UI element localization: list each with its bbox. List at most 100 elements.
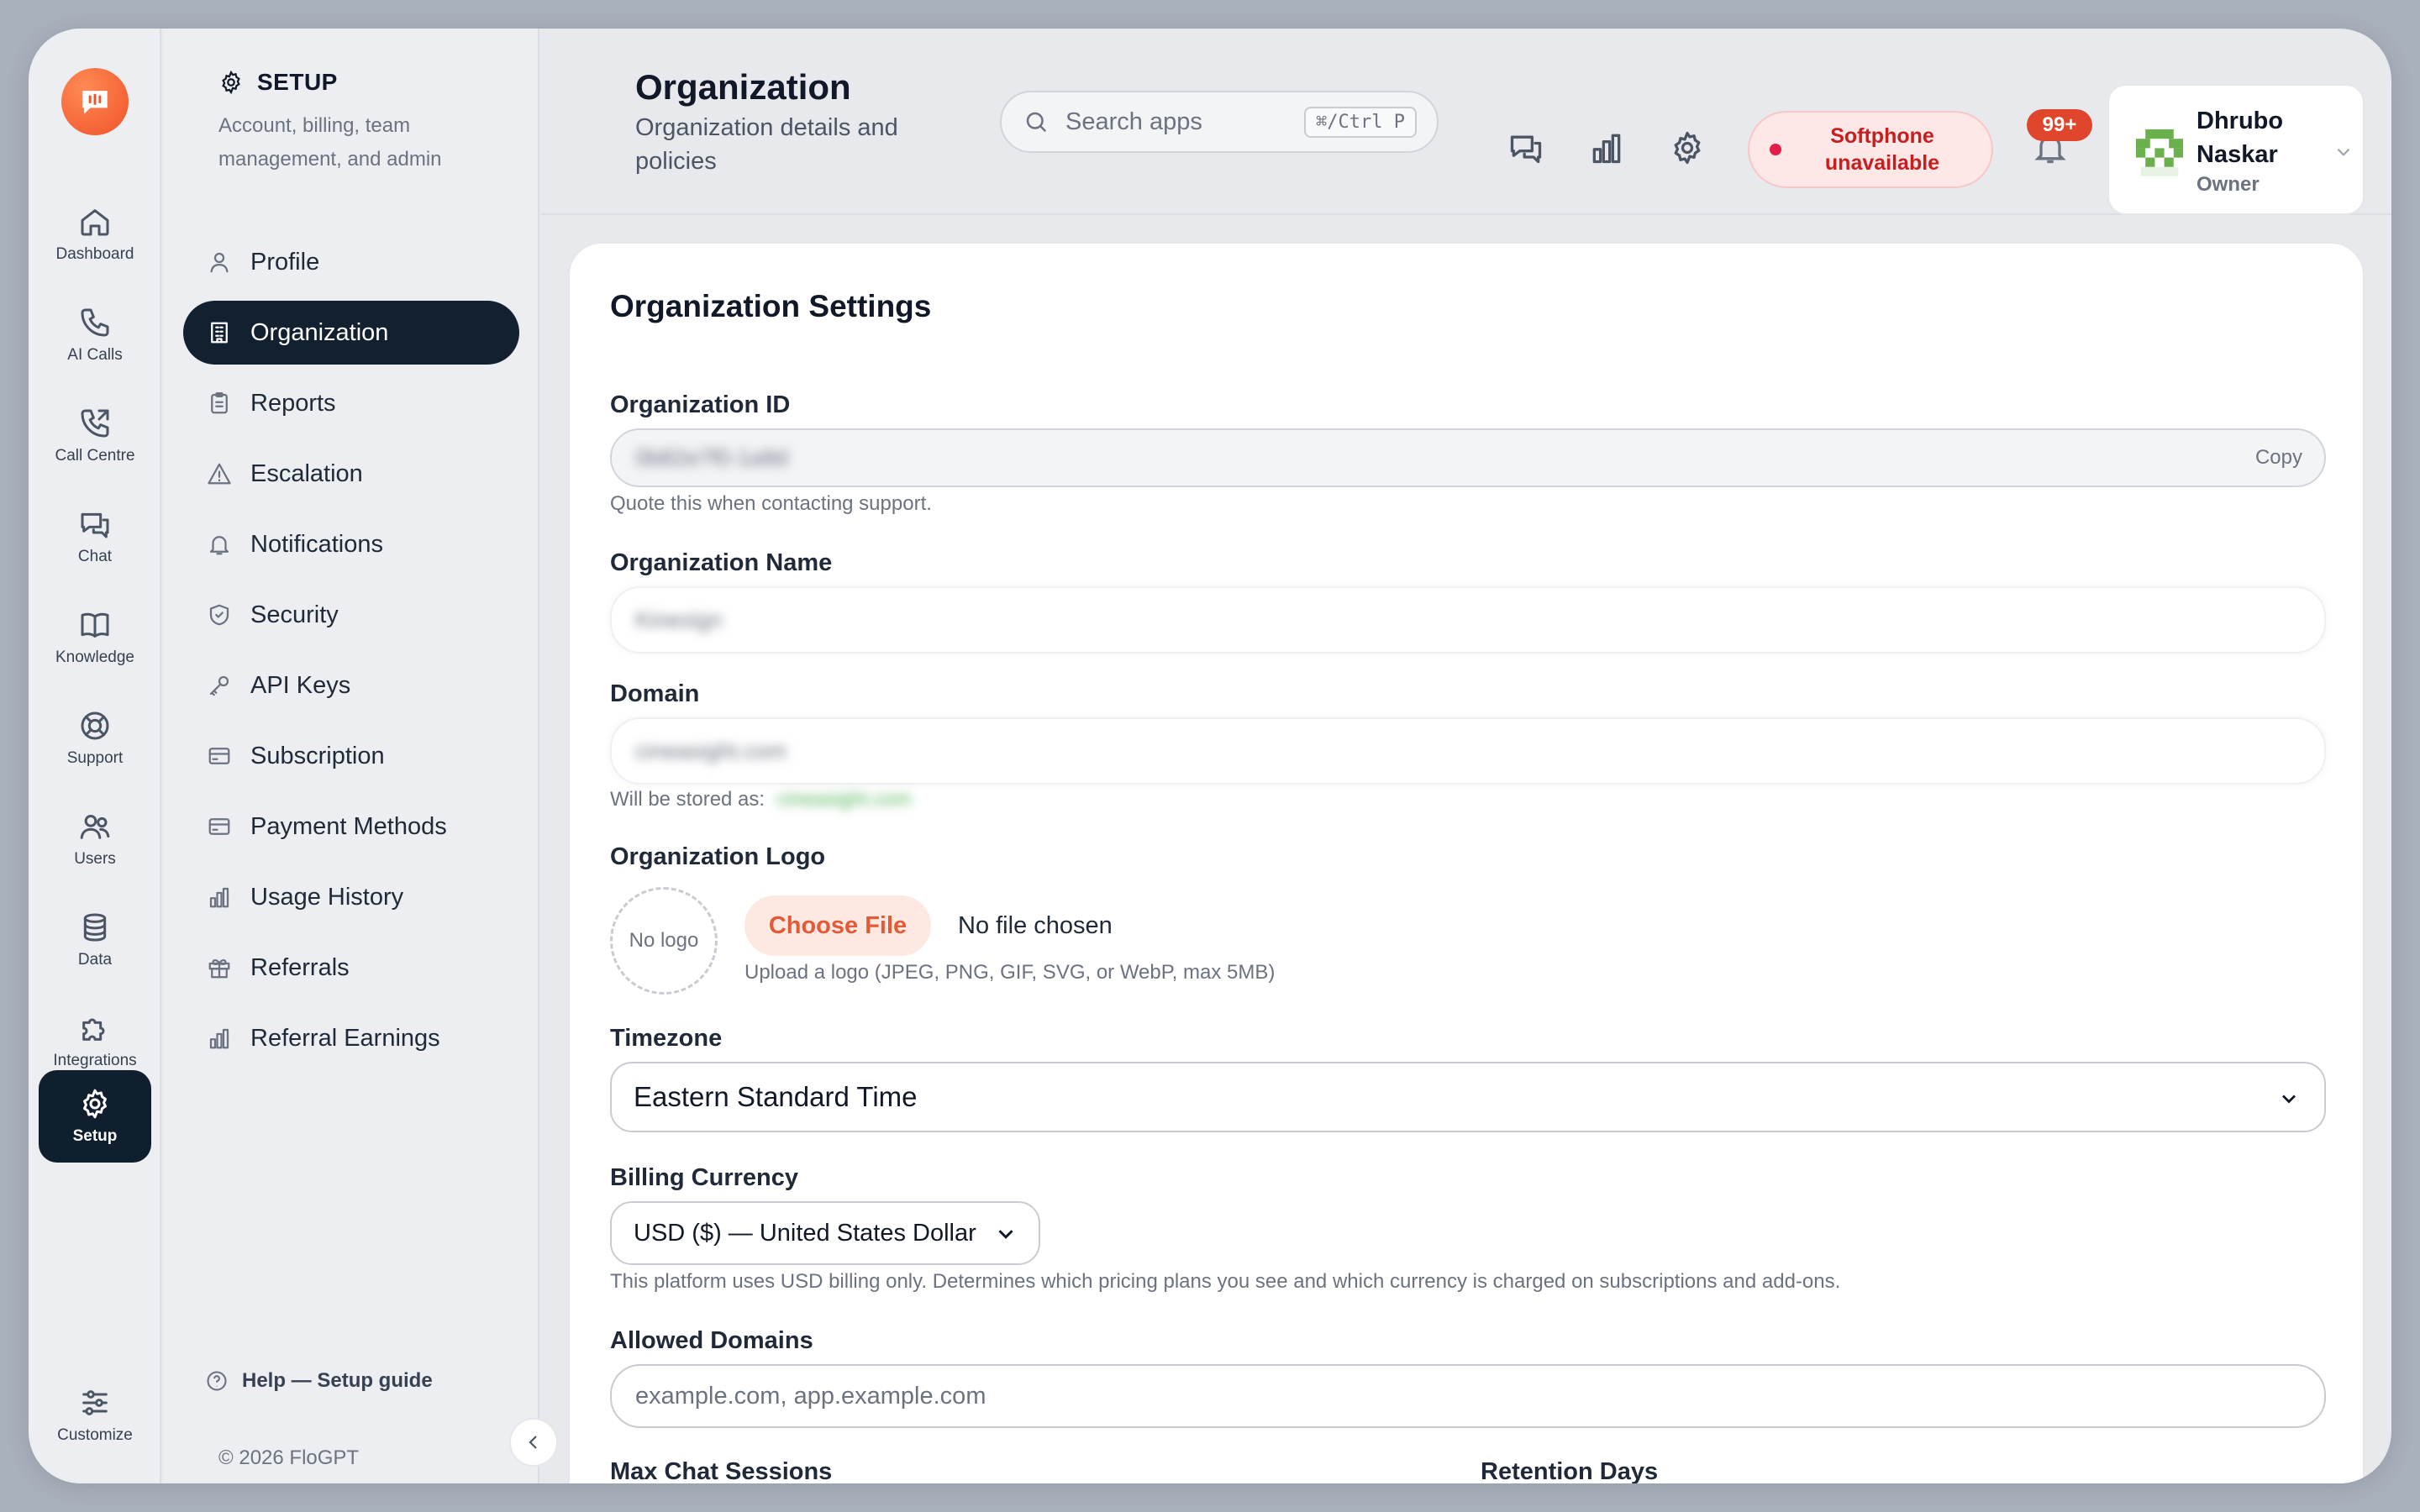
collapse-sidebar-button[interactable]: [509, 1418, 558, 1467]
currency-select[interactable]: USD ($) — United States Dollar: [610, 1201, 1040, 1265]
domain-label: Domain: [610, 680, 700, 707]
rail-label: Setup: [72, 1127, 118, 1145]
allowed-domains-placeholder: example.com, app.example.com: [635, 1382, 986, 1410]
rail-item-call-centre[interactable]: Call Centre: [39, 390, 151, 482]
org-id-help: Quote this when contacting support.: [610, 492, 932, 515]
puzzle-icon: [82, 1018, 105, 1041]
sidebar-item-security[interactable]: Security: [183, 583, 519, 647]
settings-button[interactable]: [1669, 129, 1706, 166]
sliders-icon: [82, 1390, 108, 1415]
allowed-domains-label: Allowed Domains: [610, 1327, 813, 1354]
rail-item-data[interactable]: Data: [39, 894, 151, 986]
rail-item-ai-calls[interactable]: AI Calls: [39, 289, 151, 381]
rail-label: Dashboard: [55, 245, 134, 263]
card-icon: [208, 818, 230, 835]
rail-label: Integrations: [53, 1052, 137, 1069]
user-name: Dhrubo Naskar: [2196, 108, 2284, 168]
clipboard-icon: [211, 392, 228, 414]
softphone-status[interactable]: Softphone unavailable: [1748, 111, 1993, 188]
rail-label: Support: [66, 749, 124, 767]
rail-label: Data: [77, 951, 113, 969]
phone-forward-icon: [81, 409, 109, 438]
rail-item-support[interactable]: Support: [39, 692, 151, 785]
logo-label: Organization Logo: [610, 843, 826, 870]
status-dot: [1770, 144, 1781, 155]
max-chat-label: Max Chat Sessions: [610, 1458, 833, 1483]
sidebar-header: SETUP: [218, 69, 338, 96]
rail-label: Call Centre: [55, 447, 135, 465]
sidebar-item-escalation[interactable]: Escalation: [183, 442, 519, 506]
card-title: Organization Settings: [610, 289, 932, 323]
logo-help: Upload a logo (JPEG, PNG, GIF, SVG, or W…: [744, 961, 1276, 984]
rail-item-users[interactable]: Users: [39, 793, 151, 885]
sidebar-item-notifications[interactable]: Notifications: [183, 512, 519, 576]
search-input[interactable]: Search apps ⌘/Ctrl P: [1000, 91, 1439, 153]
rail-item-chat[interactable]: Chat: [39, 491, 151, 583]
user-menu-chevron: [2333, 141, 2354, 167]
analytics-button[interactable]: [1588, 129, 1625, 166]
org-name-value: Kinesign: [635, 606, 723, 633]
sidebar-item-organization[interactable]: Organization: [183, 301, 519, 365]
sidebar-item-referral-earnings[interactable]: Referral Earnings: [183, 1006, 519, 1070]
sidebar-item-api-keys[interactable]: API Keys: [183, 654, 519, 717]
help-icon: [207, 1371, 227, 1391]
allowed-domains-input[interactable]: example.com, app.example.com: [610, 1364, 2326, 1428]
card-icon: [208, 748, 230, 764]
choose-file-button[interactable]: Choose File: [744, 895, 931, 956]
rail-label: AI Calls: [67, 346, 123, 364]
lifebuoy-icon: [81, 711, 109, 740]
org-id-label: Organization ID: [610, 391, 791, 418]
sidebar-item-label: Usage History: [250, 883, 404, 911]
rail-label: Chat: [77, 548, 113, 565]
sidebar-item-usage-history[interactable]: Usage History: [183, 865, 519, 929]
file-status: No file chosen: [958, 912, 1113, 939]
rail-label: Customize: [57, 1426, 133, 1444]
chevron-down-icon: [2337, 148, 2350, 156]
sidebar-item-payment-methods[interactable]: Payment Methods: [183, 795, 519, 858]
gear-icon: [222, 70, 240, 95]
help-link[interactable]: Help — Setup guide: [205, 1369, 433, 1393]
rail-item-setup[interactable]: Setup: [39, 1070, 151, 1163]
user-icon: [210, 252, 229, 273]
key-icon: [209, 675, 229, 696]
sidebar-item-reports[interactable]: Reports: [183, 371, 519, 435]
rail-item-customize[interactable]: Customize: [39, 1369, 151, 1462]
users-icon: [80, 815, 110, 839]
sidebar-item-label: Notifications: [250, 530, 383, 558]
logo-preview: No logo: [610, 887, 718, 995]
user-menu[interactable]: Dhrubo Naskar Owner: [2107, 84, 2365, 215]
bar-chart-icon: [209, 887, 229, 908]
rail-label: Knowledge: [55, 648, 135, 666]
building-icon: [211, 322, 228, 344]
page-subtitle: Organization details and policies: [635, 114, 898, 175]
organization-settings-card: Organization Settings Organization ID 0b…: [568, 242, 2365, 1483]
domain-input[interactable]: cineasight.com: [610, 717, 2326, 785]
sidebar-subtitle: Account, billing, team management, and a…: [218, 114, 442, 171]
org-name-input[interactable]: Kinesign: [610, 586, 2326, 654]
database-icon: [83, 913, 107, 942]
notification-badge: 99+: [2027, 109, 2092, 141]
org-id-value: 0b82e7f0-1a9d: [635, 444, 788, 470]
app-window: Dashboard AI Calls Call Centre Chat Know…: [29, 29, 2391, 1483]
rail-item-knowledge[interactable]: Knowledge: [39, 591, 151, 684]
search-icon: [1026, 112, 1047, 133]
copy-org-id-button[interactable]: Copy: [2255, 446, 2302, 470]
page-header: Organization Organization details and po…: [541, 29, 2391, 215]
rail-item-dashboard[interactable]: Dashboard: [39, 188, 151, 281]
sidebar-item-referrals[interactable]: Referrals: [183, 936, 519, 1000]
icon-rail: Dashboard AI Calls Call Centre Chat Know…: [29, 29, 161, 1483]
sidebar-item-profile[interactable]: Profile: [183, 230, 519, 294]
search-shortcut: ⌘/Ctrl P: [1304, 106, 1417, 138]
messages-button[interactable]: [1507, 129, 1544, 166]
timezone-select[interactable]: Eastern Standard Time: [610, 1062, 2326, 1132]
retention-label: Retention Days: [1481, 1458, 1659, 1483]
shield-icon: [209, 604, 229, 626]
sidebar-item-subscription[interactable]: Subscription: [183, 724, 519, 788]
sidebar-title: SETUP: [257, 69, 338, 95]
chat-icon: [81, 512, 109, 538]
sidebar-item-label: Reports: [250, 389, 336, 417]
page-title: Organization: [635, 67, 851, 107]
chevron-down-icon: [2282, 1095, 2296, 1104]
app-logo[interactable]: [61, 68, 129, 135]
org-id-field: 0b82e7f0-1a9d Copy: [610, 428, 2326, 487]
